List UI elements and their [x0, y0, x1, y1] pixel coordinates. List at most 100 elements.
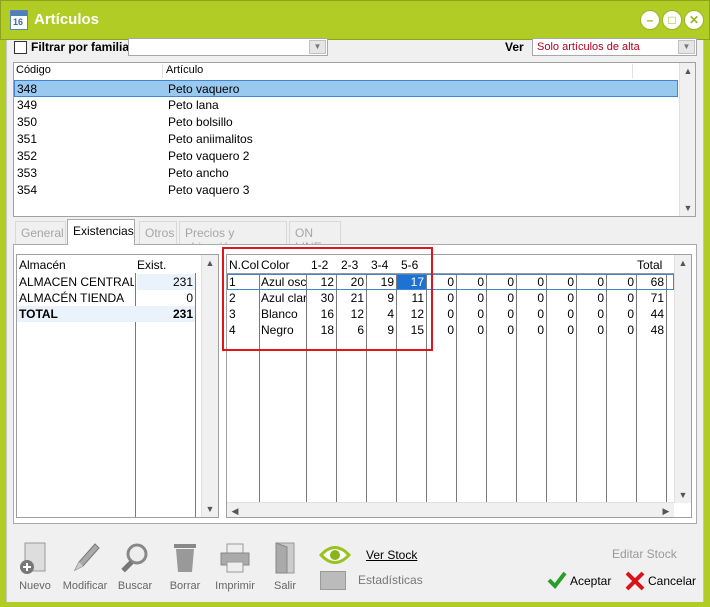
table-cell[interactable]: 0: [546, 322, 576, 338]
salir-button[interactable]: Salir: [263, 540, 307, 600]
column-header-codigo[interactable]: Código: [16, 64, 51, 76]
column-header-almacen: Almacén: [19, 258, 66, 272]
scroll-down-icon[interactable]: ▼: [680, 200, 696, 216]
tab-online[interactable]: ON LINE: [289, 221, 341, 254]
nuevo-label: Nuevo: [19, 580, 51, 592]
table-cell-total[interactable]: 231: [137, 306, 195, 322]
list-item[interactable]: 348 Peto vaquero: [14, 80, 678, 97]
title-bar[interactable]: [0, 0, 710, 40]
list-item[interactable]: 353 Peto ancho: [14, 165, 678, 182]
table-row-total[interactable]: TOTAL: [19, 306, 134, 322]
family-select[interactable]: ▼: [128, 38, 328, 56]
table-cell[interactable]: 0: [516, 322, 546, 338]
checkmark-icon: [547, 571, 567, 590]
scroll-up-icon[interactable]: ▲: [202, 255, 218, 271]
list-item[interactable]: 349 Peto lana: [14, 97, 678, 114]
table-cell[interactable]: 68: [636, 274, 666, 290]
family-filter-checkbox[interactable]: [14, 41, 27, 54]
table-cell[interactable]: 0: [456, 274, 486, 290]
table-row[interactable]: ALMACEN CENTRAL: [19, 274, 134, 290]
table-cell[interactable]: 231: [137, 274, 195, 290]
maximize-button[interactable]: □: [662, 10, 682, 30]
table-cell[interactable]: 0: [576, 290, 606, 306]
ver-select[interactable]: Solo artículos de alta ▼: [532, 38, 697, 56]
size-grid-vscrollbar[interactable]: ▲ ▼: [674, 255, 691, 503]
table-cell[interactable]: 44: [636, 306, 666, 322]
column-header-articulo[interactable]: Artículo: [166, 64, 203, 76]
table-cell[interactable]: 0: [576, 322, 606, 338]
scroll-right-icon[interactable]: ▶: [658, 503, 674, 517]
table-cell[interactable]: 0: [486, 322, 516, 338]
magnifier-icon: [121, 543, 148, 573]
table-cell[interactable]: 0: [546, 274, 576, 290]
scroll-up-icon[interactable]: ▲: [675, 255, 691, 271]
modificar-button[interactable]: Modificar: [63, 540, 107, 600]
articles-list[interactable]: Código Artículo 348 Peto vaquero 349 Pet…: [13, 62, 696, 217]
tab-general[interactable]: General: [15, 221, 66, 244]
eye-icon[interactable]: [319, 544, 351, 566]
imprimir-button[interactable]: Imprimir: [213, 540, 257, 600]
minimize-button[interactable]: –: [640, 10, 660, 30]
table-cell[interactable]: 0: [546, 306, 576, 322]
list-item[interactable]: 354 Peto vaquero 3: [14, 182, 678, 199]
list-item[interactable]: 352 Peto vaquero 2: [14, 148, 678, 165]
modificar-label: Modificar: [62, 580, 108, 592]
table-cell[interactable]: 0: [516, 290, 546, 306]
statistics-icon[interactable]: [320, 571, 346, 590]
table-cell[interactable]: 48: [636, 322, 666, 338]
table-cell[interactable]: 0: [137, 290, 195, 306]
table-cell[interactable]: 0: [606, 290, 636, 306]
list-item[interactable]: 351 Peto aniimalitos: [14, 131, 678, 148]
table-cell[interactable]: 0: [516, 274, 546, 290]
articles-scrollbar[interactable]: ▲ ▼: [679, 63, 695, 216]
borrar-button[interactable]: Borrar: [163, 540, 207, 600]
articles-list-header: Código Artículo: [14, 63, 678, 79]
size-grid-hscrollbar[interactable]: ◀ ▶: [227, 502, 674, 517]
buscar-label: Buscar: [117, 580, 153, 592]
column-header-exist: Exist.: [137, 258, 167, 272]
cancel-x-icon: [625, 571, 645, 591]
table-cell[interactable]: 0: [606, 274, 636, 290]
table-cell[interactable]: 0: [606, 322, 636, 338]
window-title: Artículos: [34, 11, 100, 28]
scroll-down-icon[interactable]: ▼: [202, 501, 218, 517]
table-cell[interactable]: 0: [456, 306, 486, 322]
estadisticas-link[interactable]: Estadísticas: [358, 573, 423, 587]
table-cell[interactable]: 0: [486, 290, 516, 306]
tab-otros[interactable]: Otros: [139, 221, 177, 244]
buscar-button[interactable]: Buscar: [113, 540, 157, 600]
chevron-down-icon[interactable]: ▼: [678, 40, 695, 54]
salir-label: Salir: [273, 580, 296, 592]
chevron-down-icon[interactable]: ▼: [309, 40, 326, 54]
aceptar-button[interactable]: Aceptar: [570, 574, 611, 588]
warehouse-stock-grid[interactable]: Almacén Exist. ALMACEN CENTRAL 231 ALMAC…: [16, 254, 219, 518]
table-cell[interactable]: 0: [576, 306, 606, 322]
pencil-icon: [73, 543, 100, 572]
editar-stock-button[interactable]: Editar Stock: [612, 547, 677, 561]
table-cell[interactable]: 0: [546, 290, 576, 306]
table-row[interactable]: ALMACÉN TIENDA: [19, 290, 134, 306]
table-cell[interactable]: 0: [486, 306, 516, 322]
scroll-down-icon[interactable]: ▼: [675, 487, 691, 503]
nuevo-button[interactable]: Nuevo: [13, 540, 57, 600]
highlight-annotation-box: [222, 247, 433, 351]
warehouse-scrollbar[interactable]: ▲ ▼: [201, 255, 218, 517]
cancelar-button[interactable]: Cancelar: [648, 574, 696, 588]
table-cell[interactable]: 0: [486, 274, 516, 290]
ver-stock-link[interactable]: Ver Stock: [366, 548, 417, 562]
ver-select-value: Solo artículos de alta: [537, 41, 640, 53]
tab-existencias[interactable]: Existencias: [67, 219, 135, 245]
table-cell[interactable]: 0: [516, 306, 546, 322]
table-cell[interactable]: 0: [456, 322, 486, 338]
table-cell[interactable]: 71: [636, 290, 666, 306]
ver-label: Ver: [505, 40, 524, 54]
close-button[interactable]: ✕: [684, 10, 704, 30]
list-item[interactable]: 350 Peto bolsillo: [14, 114, 678, 131]
table-cell[interactable]: 0: [456, 290, 486, 306]
scroll-up-icon[interactable]: ▲: [680, 63, 696, 79]
table-cell[interactable]: 0: [576, 274, 606, 290]
scroll-left-icon[interactable]: ◀: [227, 503, 243, 517]
tab-precios-ubicacion[interactable]: Precios y ubicación: [179, 221, 287, 254]
column-header-total: Total: [637, 258, 663, 272]
table-cell[interactable]: 0: [606, 306, 636, 322]
